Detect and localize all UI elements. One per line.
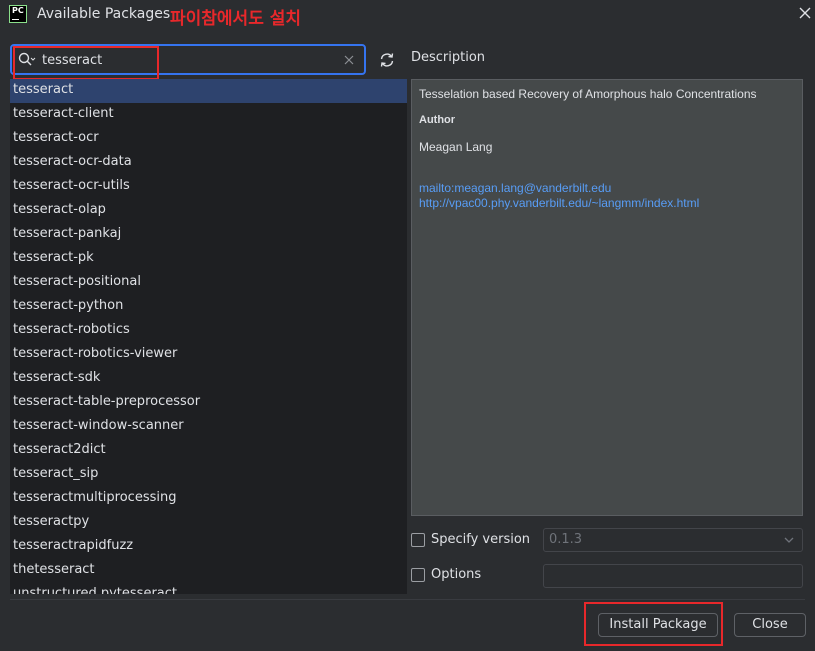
package-list-item[interactable]: tesseractrapidfuzz [10,535,407,559]
chevron-down-icon [784,537,794,543]
package-list-item[interactable]: tesseract_sip [10,463,407,487]
search-icon[interactable] [18,52,36,68]
description-panel: Tesselation based Recovery of Amorphous … [411,79,803,516]
search-field[interactable] [10,44,366,75]
package-list-item[interactable]: tesseract-olap [10,199,407,223]
package-list-item[interactable]: unstructured.pytesseract [10,583,407,594]
package-list-item[interactable]: tesseract-sdk [10,367,407,391]
package-list-item[interactable]: tesseract-robotics [10,319,407,343]
package-list-item[interactable]: tesseractmultiprocessing [10,487,407,511]
package-list-item[interactable]: tesseract-pankaj [10,223,407,247]
package-list-item[interactable]: tesseract-python [10,295,407,319]
options-checkbox[interactable] [411,568,425,582]
package-list-item[interactable]: tesseract-window-scanner [10,415,407,439]
homepage-link[interactable]: http://vpac00.phy.vanderbilt.edu/~langmm… [419,196,699,210]
options-input[interactable] [543,564,803,588]
description-label: Description [411,50,486,65]
author-email-link[interactable]: mailto:meagan.lang@vanderbilt.edu [419,181,611,195]
package-summary: Tesselation based Recovery of Amorphous … [419,87,757,101]
package-list[interactable]: tesseract tesseract-client tesseract-ocr te… [10,79,407,594]
package-list-item[interactable]: tesseract-positional [10,271,407,295]
package-list-item[interactable]: thetesseract [10,559,407,583]
search-input[interactable] [42,50,332,70]
title-bar: PC Available Packages 파이참에서도 설치 [0,0,815,32]
version-value: 0.1.3 [549,532,583,547]
specify-version-checkbox[interactable] [411,533,425,547]
pycharm-app-icon: PC [9,5,27,23]
window-title: Available Packages [37,6,171,22]
package-list-item[interactable]: tesseract-robotics-viewer [10,343,407,367]
package-list-item[interactable]: tesseract-ocr-utils [10,175,407,199]
close-icon[interactable] [798,6,812,20]
annotation-text: 파이참에서도 설치 [170,9,302,29]
package-list-item[interactable]: tesseract-table-preprocessor [10,391,407,415]
package-list-item[interactable]: tesseract [10,79,407,103]
package-list-item[interactable]: tesseractpy [10,511,407,535]
specify-version-label: Specify version [431,532,531,547]
install-package-button[interactable]: Install Package [598,613,718,637]
author-label: Author [419,114,456,126]
footer-divider [10,599,805,600]
clear-search-icon[interactable] [344,55,354,65]
author-name: Meagan Lang [419,140,493,154]
package-list-item[interactable]: tesseract-ocr-data [10,151,407,175]
package-list-item[interactable]: tesseract-ocr [10,127,407,151]
version-select[interactable]: 0.1.3 [543,528,803,552]
close-button[interactable]: Close [734,613,806,637]
package-list-item[interactable]: tesseract-pk [10,247,407,271]
package-list-item[interactable]: tesseract2dict [10,439,407,463]
options-label: Options [431,567,482,582]
refresh-icon[interactable] [378,51,396,69]
package-list-item[interactable]: tesseract-client [10,103,407,127]
